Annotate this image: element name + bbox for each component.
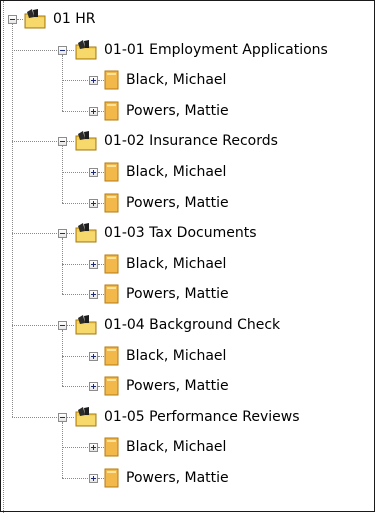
tree-connector-line <box>62 478 88 479</box>
tree-connector-line <box>12 141 57 143</box>
record-file-icon <box>104 345 120 367</box>
expand-record-expander[interactable] <box>89 106 98 116</box>
tree-node-record[interactable]: Black, Michael <box>104 345 226 367</box>
collapse-folder-expander[interactable] <box>58 137 67 147</box>
tree-item-label: Powers, Mattie <box>126 286 229 303</box>
record-file-icon <box>104 192 120 214</box>
record-file-icon <box>104 283 120 305</box>
tree-connector-line <box>12 24 13 417</box>
tree-item-label: 01-04 Background Check <box>104 317 281 333</box>
expand-record-expander[interactable] <box>89 382 98 392</box>
tree-node-folder[interactable]: 01-03 Tax Documents <box>74 222 257 244</box>
open-folder-icon <box>74 314 98 336</box>
expand-record-expander[interactable] <box>89 198 98 208</box>
tree-item-label: Powers, Mattie <box>126 470 229 486</box>
tree-connector-line <box>67 325 74 326</box>
tree-item-label: 01-05 Performance Reviews <box>104 408 300 425</box>
open-folder-icon <box>74 39 98 61</box>
tree-node-record[interactable]: Powers, Mattie <box>104 192 229 214</box>
tree-node-record[interactable]: Powers, Mattie <box>104 467 229 489</box>
tree-node-record[interactable]: Powers, Mattie <box>104 375 229 397</box>
open-folder-icon <box>74 222 98 244</box>
tree-connector-line <box>62 421 63 478</box>
tree-connector-line <box>3 1 4 513</box>
expand-record-expander[interactable] <box>89 351 98 361</box>
tree-node-record[interactable]: Black, Michael <box>104 253 226 275</box>
tree-connector-line <box>62 146 63 203</box>
tree-connector-line <box>62 238 63 295</box>
tree-connector-line <box>62 447 88 449</box>
tree-connector-line <box>62 294 88 296</box>
tree-item-label: Powers, Mattie <box>126 102 229 119</box>
tree-connector-line <box>12 325 57 326</box>
tree-node-folder[interactable]: 01-02 Insurance Records <box>74 130 278 152</box>
tree-item-label: Black, Michael <box>126 72 227 89</box>
tree-item-label: 01-03 Tax Documents <box>104 225 257 242</box>
tree-connector-line <box>62 355 88 357</box>
collapse-folder-expander[interactable] <box>58 45 67 55</box>
folder-tree: 01 HR 01-01 Employment Applications Black,… <box>1 1 374 513</box>
tree-connector-line <box>62 110 88 112</box>
collapse-folder-expander[interactable] <box>58 229 67 239</box>
open-folder-icon <box>74 130 98 152</box>
tree-item-label: Black, Michael <box>126 164 227 180</box>
tree-connector-line <box>62 386 88 388</box>
tree-node-folder[interactable]: 01-04 Background Check <box>74 314 280 336</box>
tree-item-label: 01 HR <box>53 11 96 27</box>
expand-record-expander[interactable] <box>89 474 98 483</box>
record-file-icon <box>104 375 120 397</box>
tree-node-record[interactable]: Black, Michael <box>104 436 226 458</box>
expand-record-expander[interactable] <box>89 443 98 453</box>
collapse-root-expander[interactable] <box>8 15 17 24</box>
expand-record-expander[interactable] <box>89 259 98 269</box>
open-folder-icon <box>74 406 98 428</box>
record-file-icon <box>104 253 120 275</box>
tree-node-record[interactable]: Powers, Mattie <box>104 100 229 122</box>
tree-node-record[interactable]: Powers, Mattie <box>104 283 229 305</box>
tree-connector-line <box>62 54 63 111</box>
tree-connector-line <box>62 172 88 173</box>
tree-connector-line <box>62 330 63 387</box>
tree-connector-line <box>67 416 74 418</box>
tree-node-record[interactable]: Black, Michael <box>104 69 226 91</box>
tree-connector-line <box>62 80 88 82</box>
tree-item-label: 01-01 Employment Applications <box>104 41 328 58</box>
tree-item-label: Black, Michael <box>126 439 227 456</box>
tree-connector-line <box>12 416 57 418</box>
collapse-folder-expander[interactable] <box>58 412 67 422</box>
tree-item-label: Black, Michael <box>126 347 227 364</box>
tree-item-label: Powers, Mattie <box>126 194 229 211</box>
record-file-icon <box>104 100 120 122</box>
tree-node-record[interactable]: Black, Michael <box>104 161 226 183</box>
collapse-folder-expander[interactable] <box>58 321 67 330</box>
record-file-icon <box>104 467 120 489</box>
tree-item-label: Powers, Mattie <box>126 378 229 395</box>
tree-connector-line <box>67 49 74 51</box>
open-folder-icon <box>23 8 47 30</box>
record-file-icon <box>104 161 120 183</box>
expand-record-expander[interactable] <box>89 168 98 177</box>
tree-node-folder[interactable]: 01-05 Performance Reviews <box>74 406 300 428</box>
tree-connector-line <box>12 233 57 235</box>
tree-item-label: 01-02 Insurance Records <box>104 133 278 150</box>
tree-connector-line <box>62 263 88 265</box>
tree-node-root[interactable]: 01 HR <box>23 8 96 30</box>
folder-tree-panel: 01 HR 01-01 Employment Applications Black,… <box>0 0 375 513</box>
tree-connector-line <box>62 202 88 204</box>
tree-node-folder[interactable]: 01-01 Employment Applications <box>74 39 328 61</box>
tree-connector-line <box>67 233 74 235</box>
expand-record-expander[interactable] <box>89 76 98 86</box>
tree-item-label: Black, Michael <box>126 255 227 272</box>
tree-connector-line <box>12 49 57 51</box>
tree-connector-line <box>67 141 74 143</box>
record-file-icon <box>104 436 120 458</box>
record-file-icon <box>104 69 120 91</box>
expand-record-expander[interactable] <box>89 290 98 300</box>
